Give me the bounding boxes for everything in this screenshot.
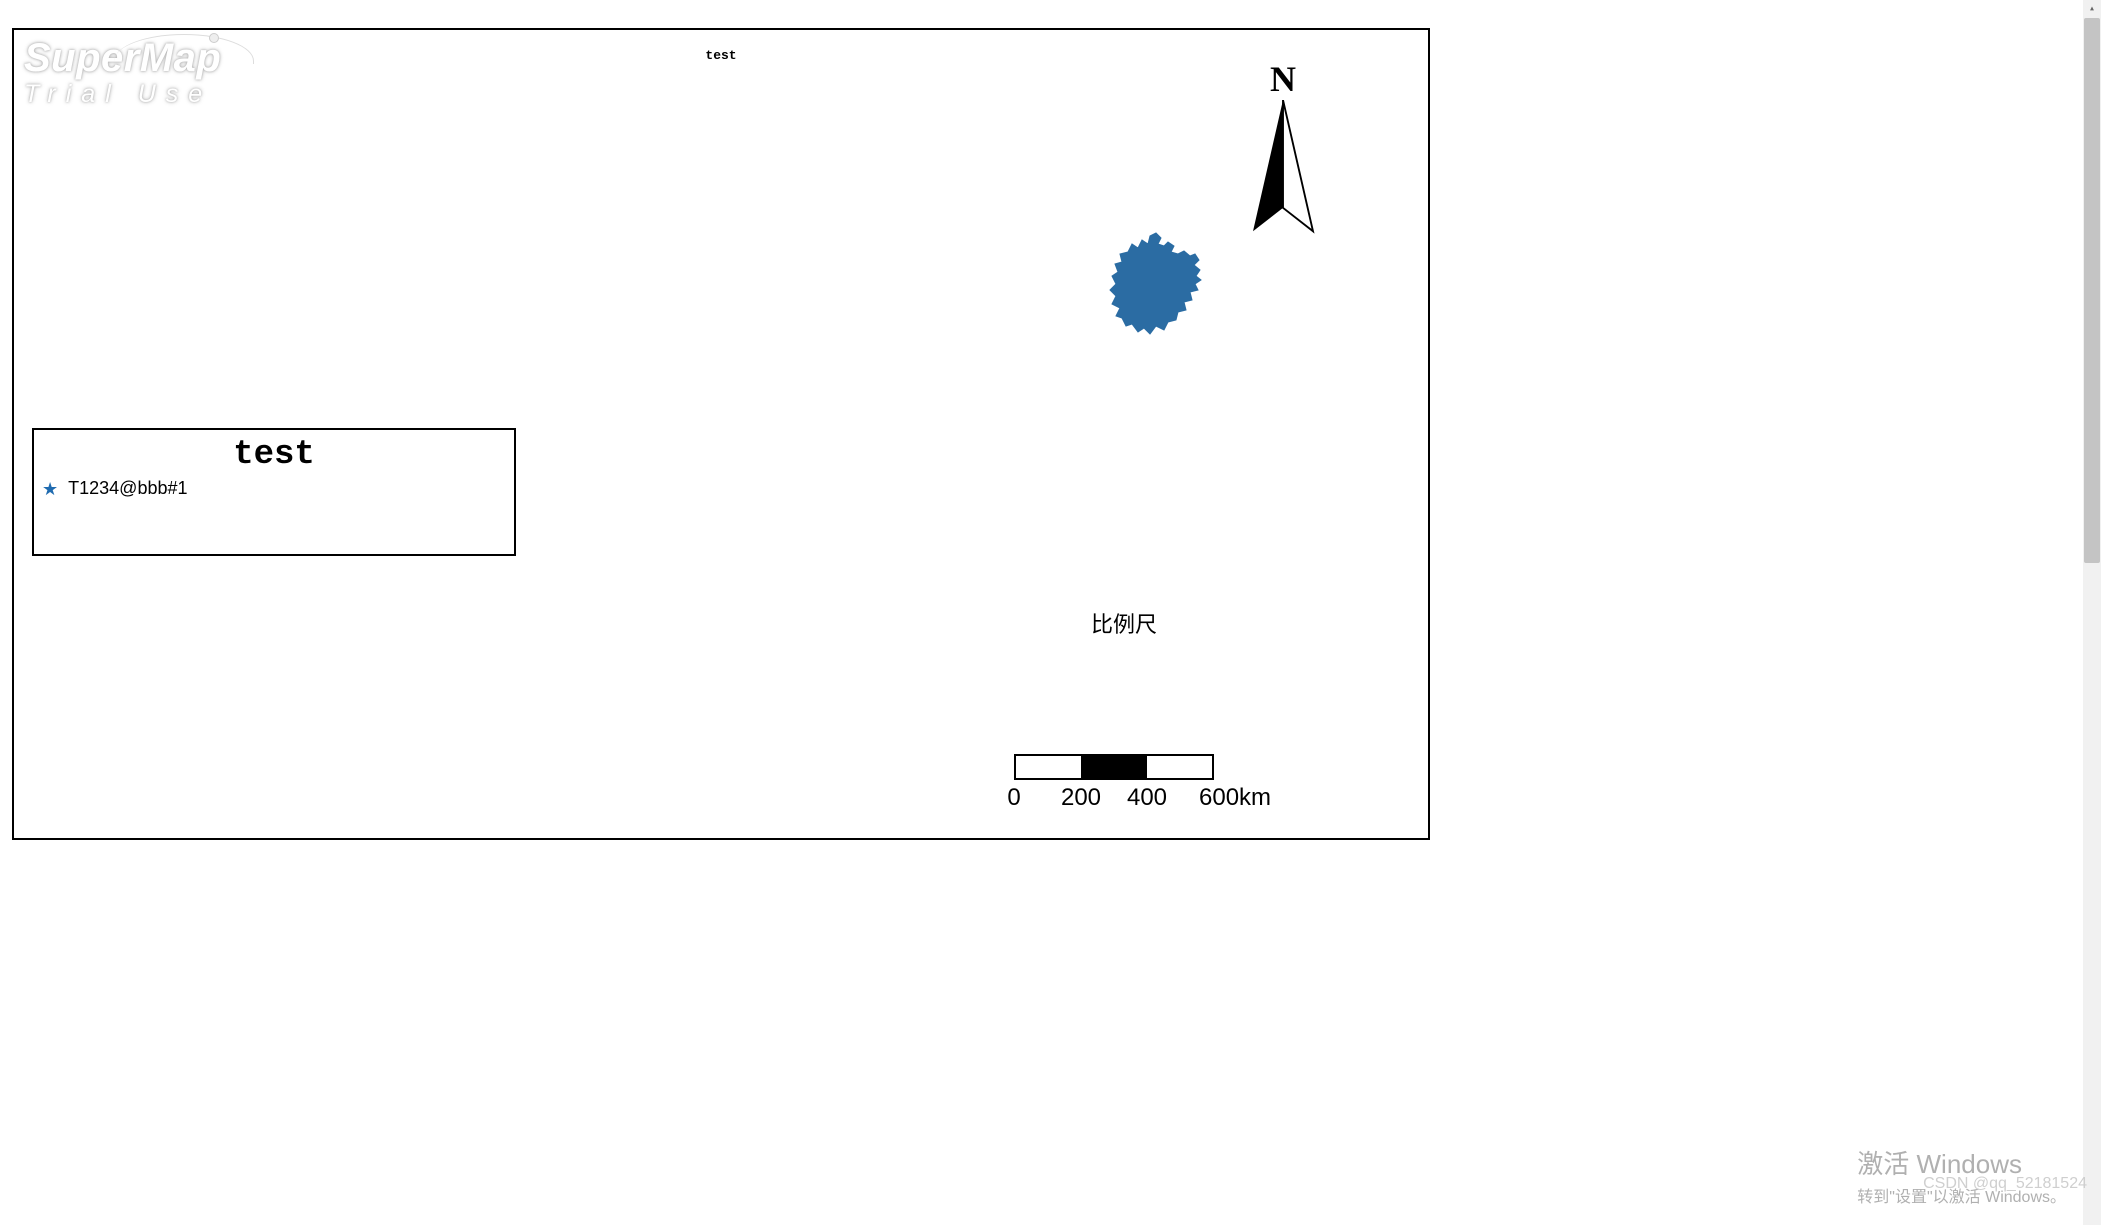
scale-segment-0	[1016, 756, 1081, 778]
os-activation-line2: 转到"设置"以激活 Windows。	[1857, 1183, 2066, 1207]
os-activation-line1: 激活 Windows	[1857, 1144, 2066, 1181]
scale-tick-3: 600	[1199, 784, 1239, 812]
scale-bar-graphic	[1014, 754, 1214, 780]
vertical-scrollbar[interactable]: ▴	[2083, 0, 2101, 1225]
brand-dot-icon	[209, 33, 219, 43]
map-title: test	[705, 48, 736, 63]
legend-box[interactable]: test ★ T1234@bbb#1	[32, 428, 516, 556]
scale-bar: 0 200 400 600 km	[1014, 754, 1264, 812]
north-letter: N	[1228, 58, 1338, 100]
brand-watermark: SuperMap Trial Use	[24, 38, 221, 107]
scale-ticks: 0 200 400 600 km	[1014, 784, 1264, 812]
legend-item-label: T1234@bbb#1	[68, 478, 187, 499]
attribution-watermark: CSDN @qq_52181524	[1923, 1175, 2087, 1193]
legend-title: test	[42, 436, 506, 474]
scale-tick-1: 200	[1061, 784, 1101, 812]
scale-unit: km	[1239, 784, 1271, 812]
region-polygon-icon	[1098, 230, 1218, 350]
scale-tick-0: 0	[1007, 784, 1020, 812]
map-layout-frame[interactable]: SuperMap Trial Use test N test ★ T1234@b…	[12, 28, 1430, 840]
legend-star-icon: ★	[42, 480, 58, 498]
brand-name: SuperMap	[24, 38, 221, 78]
legend-item: ★ T1234@bbb#1	[42, 478, 506, 499]
brand-arc-icon	[114, 34, 254, 64]
north-arrow: N	[1228, 58, 1338, 255]
scroll-up-arrow[interactable]: ▴	[2083, 0, 2101, 18]
scale-label: 比例尺	[1091, 607, 1157, 639]
os-activation-watermark: 激活 Windows 转到"设置"以激活 Windows。	[1857, 1144, 2066, 1207]
scale-segment-1	[1081, 756, 1146, 778]
trial-label: Trial Use	[24, 82, 221, 107]
scale-segment-2	[1147, 756, 1212, 778]
compass-arrow-icon	[1233, 100, 1333, 250]
scrollbar-thumb[interactable]	[2084, 18, 2100, 563]
scale-tick-2: 400	[1127, 784, 1167, 812]
map-region[interactable]	[1098, 230, 1218, 350]
